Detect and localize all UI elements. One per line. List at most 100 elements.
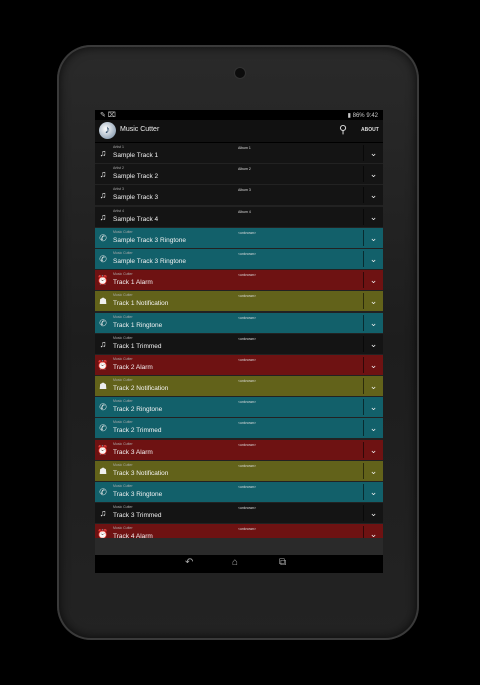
track-title: Track 3 Ringtone (113, 491, 163, 498)
track-title: Sample Track 1 (113, 152, 159, 159)
track-album: <unknown> (238, 379, 257, 384)
track-row[interactable]: ✆ Music Cutter Sample Track 3 Ringtone <unk… (95, 227, 383, 248)
track-artist: Music Cutter (113, 441, 133, 446)
chevron-down-icon[interactable]: ⌄ (364, 143, 383, 163)
music-note-icon: ♫ (99, 169, 107, 180)
action-bar: ♪ Music Cutter ⚲ ABOUT (95, 120, 383, 143)
back-icon[interactable]: ↶ (185, 557, 193, 568)
track-artist: Music Cutter (113, 314, 133, 319)
track-artist: Music Cutter (113, 526, 133, 531)
chevron-down-icon[interactable]: ⌄ (364, 418, 383, 438)
track-title: Track 2 Trimmed (113, 427, 162, 435)
track-title: Track 1 Ringtone (113, 321, 163, 329)
track-title: Track 1 Alarm (113, 279, 153, 287)
track-album: <unknown> (238, 442, 257, 447)
track-album: <unknown> (238, 421, 257, 426)
chevron-down-icon[interactable]: ⌄ (364, 207, 383, 227)
chevron-down-icon[interactable]: ⌄ (364, 313, 383, 333)
track-artist: Music Cutter (113, 399, 133, 404)
track-artist: Music Cutter (113, 229, 133, 234)
track-row[interactable]: ☗ Music Cutter Track 2 Notification <unknow… (95, 376, 383, 397)
battery-level: 86% (352, 113, 365, 119)
track-artist: Artist 2 (113, 166, 124, 171)
notification-icon: ☗ (98, 465, 108, 476)
screen: ✎ ⌧ ▮ 86% 9:42 ♪ Music Cutter ⚲ ABOUT ♫ A… (95, 110, 383, 573)
track-row[interactable]: ♫ Artist 2 Sample Track 2 Album 2 ⌄ (95, 164, 383, 185)
alarm-icon: ⏰ (97, 444, 109, 455)
track-row[interactable]: ♫ Artist 1 Sample Track 1 Album 1 ⌄ (95, 143, 383, 163)
track-album: <unknown> (238, 527, 257, 532)
track-album: <unknown> (238, 273, 257, 278)
track-title: Track 2 Alarm (113, 363, 153, 371)
track-row[interactable]: ✆ Music Cutter Sample Track 3 Ringtone <unk… (95, 248, 383, 269)
nav-bar: ↶ ⌂ ⧉ (95, 555, 383, 573)
track-row[interactable]: ♫ Artist 4 Sample Track 4 Album 4 ⌄ (95, 206, 383, 227)
app-title: Music Cutter (120, 126, 160, 133)
track-row[interactable]: ♫ Music Cutter Track 1 Trimmed <unknown> ⌄ (95, 333, 383, 354)
track-row[interactable]: ⏰ Music Cutter Track 1 Alarm <unknown> ⌄ (95, 270, 383, 291)
track-row[interactable]: ☗ Music Cutter Track 1 Notification <unknow… (95, 291, 383, 312)
track-artist: Artist 3 (113, 187, 124, 192)
search-icon[interactable]: ⚲ (339, 123, 347, 136)
chevron-down-icon[interactable]: ⌄ (364, 397, 383, 417)
music-note-icon: ♫ (99, 148, 107, 158)
track-artist: Music Cutter (113, 484, 133, 488)
chevron-down-icon[interactable]: ⌄ (364, 376, 383, 396)
track-title: Track 3 Alarm (113, 448, 153, 456)
home-icon[interactable]: ⌂ (232, 557, 238, 568)
track-artist: Music Cutter (113, 356, 133, 361)
notification-icons: ✎ ⌧ (100, 112, 116, 119)
track-album: Album 2 (238, 167, 251, 172)
track-row[interactable]: ♫ Artist 3 Sample Track 3 Album 3 ⌄ (95, 185, 383, 206)
chevron-down-icon[interactable]: ⌄ (364, 355, 383, 375)
chevron-down-icon[interactable]: ⌄ (364, 185, 383, 205)
music-note-icon: ♫ (99, 508, 107, 519)
chevron-down-icon[interactable]: ⌄ (364, 503, 383, 523)
track-album: <unknown> (238, 230, 257, 235)
phone-icon: ✆ (99, 232, 107, 243)
chevron-down-icon[interactable]: ⌄ (364, 164, 383, 184)
chevron-down-icon[interactable]: ⌄ (364, 334, 383, 354)
recents-icon[interactable]: ⧉ (279, 557, 286, 568)
app-logo-icon[interactable]: ♪ (99, 122, 116, 139)
track-album: <unknown> (238, 463, 257, 468)
music-note-icon: ♫ (99, 338, 107, 349)
track-row[interactable]: ☗ Music Cutter Track 3 Notification <unknow… (95, 460, 383, 481)
track-album: Album 1 (238, 146, 251, 150)
track-row[interactable]: ⏰ Music Cutter Track 3 Alarm <unknown> ⌄ (95, 439, 383, 460)
track-album: <unknown> (238, 294, 257, 299)
track-row[interactable]: ✆ Music Cutter Track 3 Ringtone <unknown> ⌄ (95, 482, 383, 502)
track-title: Sample Track 3 (113, 194, 159, 202)
track-album: <unknown> (238, 506, 257, 511)
chevron-down-icon[interactable]: ⌄ (364, 440, 383, 460)
chevron-down-icon[interactable]: ⌄ (364, 249, 383, 269)
track-artist: Music Cutter (113, 378, 133, 383)
track-album: <unknown> (238, 357, 257, 362)
track-title: Track 1 Notification (113, 300, 169, 308)
track-row[interactable]: ✆ Music Cutter Track 2 Ringtone <unknown> ⌄ (95, 397, 383, 418)
track-row[interactable]: ♫ Music Cutter Track 3 Trimmed <unknown> ⌄ (95, 503, 383, 524)
phone-icon: ✆ (99, 253, 107, 264)
track-album: Album 3 (238, 188, 251, 193)
about-button[interactable]: ABOUT (361, 127, 379, 133)
track-title: Track 2 Notification (113, 385, 169, 393)
track-artist: Music Cutter (113, 272, 133, 277)
chevron-down-icon[interactable]: ⌄ (364, 461, 383, 481)
track-album: <unknown> (238, 315, 257, 320)
track-row[interactable]: ⏰ Music Cutter Track 2 Alarm <unknown> ⌄ (95, 354, 383, 375)
chevron-down-icon[interactable]: ⌄ (364, 291, 383, 311)
track-row[interactable]: ✆ Music Cutter Track 2 Trimmed <unknown> ⌄ (95, 418, 383, 439)
track-artist: Music Cutter (113, 462, 133, 467)
chevron-down-icon[interactable]: ⌄ (364, 482, 383, 502)
status-bar: ✎ ⌧ ▮ 86% 9:42 (95, 110, 383, 120)
phone-icon: ✆ (99, 423, 107, 434)
track-title: Sample Track 2 (113, 173, 159, 181)
phone-icon: ✆ (99, 402, 107, 413)
chevron-down-icon[interactable]: ⌄ (364, 270, 383, 290)
track-artist: Artist 1 (113, 145, 124, 149)
track-artist: Music Cutter (113, 420, 133, 425)
track-row[interactable]: ✆ Music Cutter Track 1 Ringtone <unknown> ⌄ (95, 312, 383, 333)
chevron-down-icon[interactable]: ⌄ (364, 228, 383, 248)
track-album: Album 4 (238, 209, 251, 214)
track-artist: Music Cutter (113, 250, 133, 255)
